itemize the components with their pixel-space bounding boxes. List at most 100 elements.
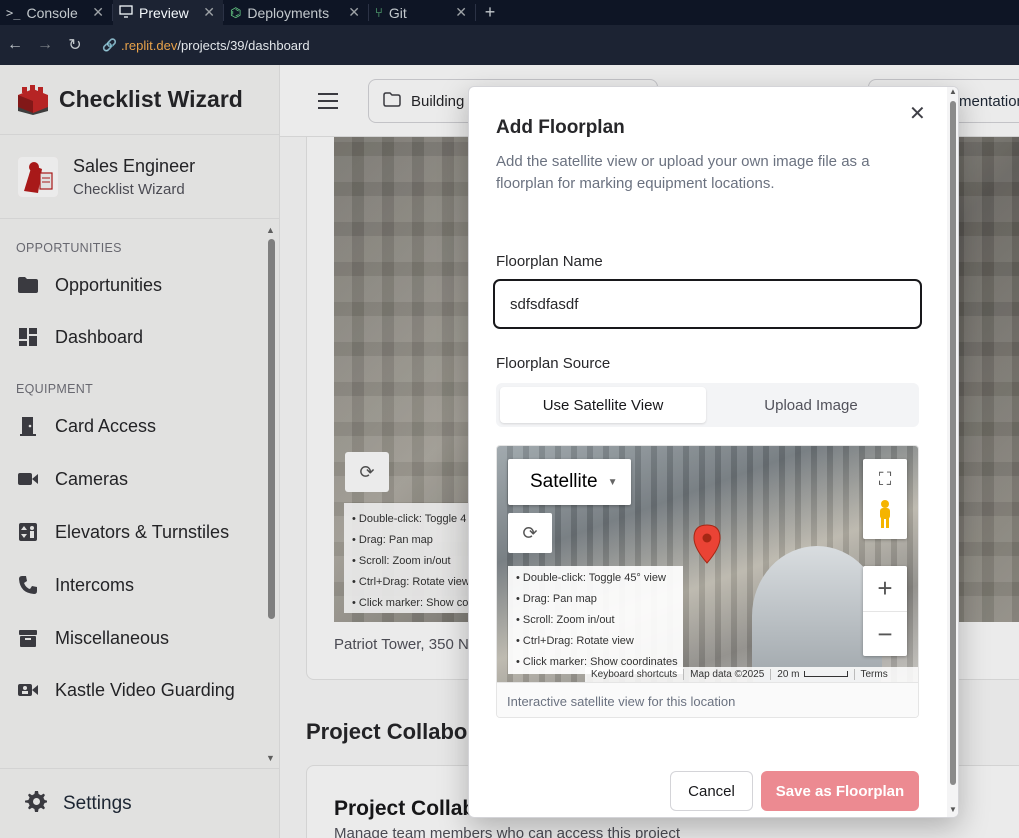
pegman-icon[interactable] [877, 499, 893, 529]
map-data-label: Map data ©2025 [690, 669, 765, 680]
sidebar-item-label: Card Access [55, 415, 157, 436]
back-arrow-icon[interactable]: ← [0, 36, 30, 54]
terminal-icon: >_ [6, 5, 21, 20]
use-satellite-view-button[interactable]: Use Satellite View [500, 387, 706, 423]
menu-icon[interactable] [318, 93, 338, 109]
floorplan-name-input[interactable] [493, 279, 922, 329]
tab-label: Preview [139, 4, 189, 21]
sidebar-item-card-access[interactable]: Card Access [0, 400, 279, 452]
rotate-icon[interactable]: ⟳ [345, 452, 389, 492]
brand-title: Checklist Wizard [59, 86, 243, 112]
location-marker-icon[interactable] [693, 524, 721, 564]
sidebar-item-opportunities[interactable]: Opportunities [0, 259, 279, 311]
scrollbar-thumb[interactable] [950, 101, 956, 785]
section-label-equipment: EQUIPMENT [16, 382, 94, 396]
fullscreen-icon[interactable]: ⛶ [875, 469, 895, 489]
door-icon [16, 415, 40, 437]
map-help-overlay: • Double-click: Toggle 45° view • Drag: … [508, 566, 683, 674]
phone-icon [16, 574, 40, 596]
close-icon[interactable]: ✕ [455, 4, 467, 21]
avatar [18, 156, 58, 197]
sidebar-item-label: Opportunities [55, 274, 163, 295]
documentation-label: mentation [959, 92, 1019, 110]
sidebar-item-dashboard[interactable]: Dashboard [0, 311, 279, 363]
dialog-title: Add Floorplan [496, 117, 625, 138]
map-side-controls: ⛶ [863, 459, 907, 539]
collaboration-card-subtitle: Manage team members who can access this … [334, 825, 680, 838]
help-line: • Ctrl+Drag: Rotate view [516, 635, 634, 647]
tab-git[interactable]: ⑂ Git ✕ [369, 0, 475, 25]
map-scale[interactable]: 20 m [771, 669, 853, 680]
sidebar-item-intercoms[interactable]: Intercoms [0, 559, 279, 611]
upload-image-button[interactable]: Upload Image [708, 387, 914, 423]
save-floorplan-button[interactable]: Save as Floorplan [761, 771, 919, 811]
add-floorplan-dialog: ✕ Add Floorplan Add the satellite view o… [468, 86, 959, 818]
folder-icon [16, 274, 40, 296]
help-line: • Click marker: Show coo [352, 597, 475, 609]
close-icon[interactable]: ✕ [909, 101, 926, 126]
sidebar-item-label: Cameras [55, 468, 129, 489]
tab-preview[interactable]: Preview ✕ [113, 0, 223, 25]
collaboration-heading: Project Collabo [306, 719, 468, 744]
help-line: • Scroll: Zoom in/out [352, 555, 451, 567]
keyboard-shortcuts-link[interactable]: Keyboard shortcuts [585, 669, 683, 680]
elevator-icon [16, 521, 40, 543]
video-guard-icon [16, 679, 40, 701]
brand[interactable]: Checklist Wizard [0, 65, 279, 135]
sidebar-item-label: Elevators & Turnstiles [55, 521, 230, 542]
zoom-in-icon[interactable]: + [863, 566, 907, 611]
cancel-button[interactable]: Cancel [670, 771, 753, 811]
sidebar: Checklist Wizard Sales Engineer Checklis… [0, 65, 280, 838]
sidebar-item-cameras[interactable]: Cameras [0, 453, 279, 505]
close-icon[interactable]: ✕ [203, 4, 215, 21]
tab-deployments[interactable]: ⌬ Deployments ✕ [224, 0, 368, 25]
sidebar-item-label: Kastle Video Guarding [55, 679, 235, 700]
sidebar-item-elevators[interactable]: Elevators & Turnstiles [0, 506, 279, 558]
map-type-label: Satellite [530, 471, 598, 492]
link-icon: 🔗 [102, 38, 117, 52]
satellite-map: Satellite ▼ ⟳ • Double-click: Toggle 45°… [496, 445, 919, 718]
section-label-opportunities: OPPORTUNITIES [16, 241, 122, 255]
floorplan-source-label: Floorplan Source [496, 355, 611, 372]
tab-console[interactable]: >_ Console ✕ [0, 0, 112, 25]
new-tab-button[interactable]: + [476, 0, 504, 25]
sidebar-item-miscellaneous[interactable]: Miscellaneous [0, 612, 279, 664]
sidebar-scrollbar[interactable]: ▲ ▼ [266, 225, 276, 765]
building-selector-label: Building [411, 92, 465, 110]
caret-down-icon: ▼ [607, 476, 618, 488]
url-field[interactable]: 🔗 .replit.dev /projects/39/dashboard [96, 32, 316, 58]
help-line: • Double-click: Toggle 4 [352, 513, 467, 525]
dialog-scrollbar[interactable]: ▲ ▼ [947, 87, 958, 817]
scrollbar-thumb[interactable] [268, 239, 275, 619]
help-line: • Drag: Pan map [516, 593, 597, 605]
reload-icon[interactable]: ↻ [60, 35, 90, 55]
map-scale-label: 20 m [777, 669, 800, 680]
video-camera-icon [16, 468, 40, 490]
forward-arrow-icon[interactable]: → [30, 36, 60, 54]
settings-button[interactable]: Settings [0, 768, 280, 838]
sidebar-item-video-guarding[interactable]: Kastle Video Guarding [0, 664, 279, 716]
dashboard-icon [16, 326, 40, 348]
help-line: • Drag: Pan map [352, 534, 433, 546]
settings-label: Settings [63, 792, 132, 814]
url-domain: .replit.dev [120, 37, 178, 53]
map-type-select[interactable]: Satellite ▼ [508, 459, 631, 505]
map-attribution: Keyboard shortcuts Map data ©2025 20 m T… [585, 667, 918, 682]
zoom-controls: + − [863, 566, 907, 656]
terms-link[interactable]: Terms [855, 669, 894, 680]
rotate-icon[interactable]: ⟳ [508, 513, 552, 553]
deployments-icon: ⌬ [230, 4, 242, 20]
tab-label: Git [388, 4, 407, 21]
user-profile[interactable]: Sales Engineer Checklist Wizard [0, 135, 279, 219]
profile-role: Checklist Wizard [73, 180, 185, 198]
zoom-out-icon[interactable]: − [863, 611, 907, 656]
floorplan-name-label: Floorplan Name [496, 253, 603, 270]
close-icon[interactable]: ✕ [92, 4, 104, 21]
git-icon: ⑂ [375, 5, 383, 20]
sidebar-item-label: Dashboard [55, 326, 144, 347]
folder-icon [383, 91, 401, 111]
close-icon[interactable]: ✕ [348, 4, 360, 21]
help-line: • Double-click: Toggle 45° view [516, 572, 666, 584]
tab-label: Console [26, 4, 78, 21]
gear-icon [24, 789, 48, 819]
